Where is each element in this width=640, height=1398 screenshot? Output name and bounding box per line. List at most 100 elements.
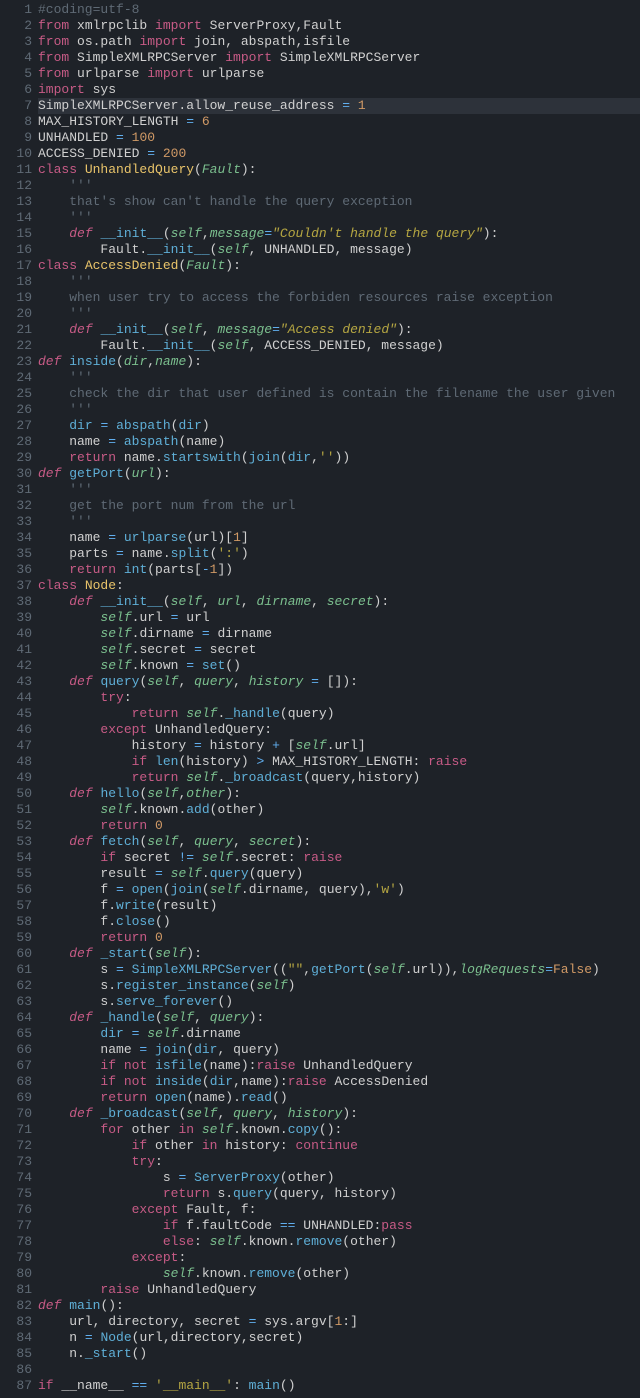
line-number: 1	[0, 2, 32, 18]
code-line: if len(history) > MAX_HISTORY_LENGTH: ra…	[38, 754, 640, 770]
line-number: 4	[0, 50, 32, 66]
line-number: 41	[0, 642, 32, 658]
code-line: def main():	[38, 1298, 640, 1314]
code-line: '''	[38, 514, 640, 530]
code-line: s = SimpleXMLRPCServer(("",getPort(self.…	[38, 962, 640, 978]
line-number: 85	[0, 1346, 32, 1362]
line-number: 69	[0, 1090, 32, 1106]
line-number: 71	[0, 1122, 32, 1138]
code-line: check the dir that user defined is conta…	[38, 386, 640, 402]
code-line: s.register_instance(self)	[38, 978, 640, 994]
line-number: 12	[0, 178, 32, 194]
code-line: history = history + [self.url]	[38, 738, 640, 754]
line-number: 53	[0, 834, 32, 850]
line-number: 18	[0, 274, 32, 290]
line-number: 58	[0, 914, 32, 930]
code-line: self.secret = secret	[38, 642, 640, 658]
code-line: return open(name).read()	[38, 1090, 640, 1106]
code-line: raise UnhandledQuery	[38, 1282, 640, 1298]
line-number: 42	[0, 658, 32, 674]
line-number: 54	[0, 850, 32, 866]
code-line: parts = name.split(':')	[38, 546, 640, 562]
line-number: 29	[0, 450, 32, 466]
code-line: return name.startswith(join(dir,''))	[38, 450, 640, 466]
line-number: 77	[0, 1218, 32, 1234]
code-line: result = self.query(query)	[38, 866, 640, 882]
code-line: dir = self.dirname	[38, 1026, 640, 1042]
code-line: def fetch(self, query, secret):	[38, 834, 640, 850]
line-number: 76	[0, 1202, 32, 1218]
code-line: self.url = url	[38, 610, 640, 626]
line-number: 36	[0, 562, 32, 578]
code-line: n._start()	[38, 1346, 640, 1362]
code-line: ACCESS_DENIED = 200	[38, 146, 640, 162]
code-line: that's show can't handle the query excep…	[38, 194, 640, 210]
code-line: s = ServerProxy(other)	[38, 1170, 640, 1186]
line-number: 66	[0, 1042, 32, 1058]
line-number: 3	[0, 34, 32, 50]
code-line: try:	[38, 1154, 640, 1170]
code-line: def _start(self):	[38, 946, 640, 962]
line-number: 15	[0, 226, 32, 242]
line-number: 13	[0, 194, 32, 210]
code-line: from os.path import join, abspath,isfile	[38, 34, 640, 50]
line-number: 22	[0, 338, 32, 354]
code-line: return self._broadcast(query,history)	[38, 770, 640, 786]
code-line: if f.faultCode == UNHANDLED:pass	[38, 1218, 640, 1234]
code-line: f.write(result)	[38, 898, 640, 914]
code-line: def __init__(self, message="Access denie…	[38, 322, 640, 338]
code-line: def query(self, query, history = []):	[38, 674, 640, 690]
line-number: 62	[0, 978, 32, 994]
line-number: 23	[0, 354, 32, 370]
code-line: from xmlrpclib import ServerProxy,Fault	[38, 18, 640, 34]
line-number: 26	[0, 402, 32, 418]
line-number: 31	[0, 482, 32, 498]
code-line: '''	[38, 370, 640, 386]
code-line: except UnhandledQuery:	[38, 722, 640, 738]
line-number: 82	[0, 1298, 32, 1314]
line-number: 67	[0, 1058, 32, 1074]
line-number: 17	[0, 258, 32, 274]
code-line: from urlparse import urlparse	[38, 66, 640, 82]
code-line: get the port num from the url	[38, 498, 640, 514]
code-line: def _handle(self, query):	[38, 1010, 640, 1026]
code-line: if not isfile(name):raise UnhandledQuery	[38, 1058, 640, 1074]
code-line: try:	[38, 690, 640, 706]
code-line: MAX_HISTORY_LENGTH = 6	[38, 114, 640, 130]
code-line: SimpleXMLRPCServer.allow_reuse_address =…	[38, 98, 640, 114]
line-number: 83	[0, 1314, 32, 1330]
line-number: 63	[0, 994, 32, 1010]
code-line: def __init__(self,message="Couldn't hand…	[38, 226, 640, 242]
line-number: 75	[0, 1186, 32, 1202]
line-number: 16	[0, 242, 32, 258]
line-number: 68	[0, 1074, 32, 1090]
code-line: dir = abspath(dir)	[38, 418, 640, 434]
code-line: self.known.remove(other)	[38, 1266, 640, 1282]
code-line: '''	[38, 274, 640, 290]
line-number: 7	[0, 98, 32, 114]
line-number: 60	[0, 946, 32, 962]
line-number: 43	[0, 674, 32, 690]
code-line: def hello(self,other):	[38, 786, 640, 802]
line-number: 19	[0, 290, 32, 306]
line-number: 78	[0, 1234, 32, 1250]
code-line: import sys	[38, 82, 640, 98]
code-line: if secret != self.secret: raise	[38, 850, 640, 866]
code-line: when user try to access the forbiden res…	[38, 290, 640, 306]
code-line: class UnhandledQuery(Fault):	[38, 162, 640, 178]
code-line: return 0	[38, 818, 640, 834]
code-line: '''	[38, 210, 640, 226]
code-line: def __init__(self, url, dirname, secret)…	[38, 594, 640, 610]
line-number: 28	[0, 434, 32, 450]
line-number: 20	[0, 306, 32, 322]
code-line: '''	[38, 306, 640, 322]
line-number: 47	[0, 738, 32, 754]
code-line: self.known.add(other)	[38, 802, 640, 818]
line-number: 72	[0, 1138, 32, 1154]
code-line: return int(parts[-1])	[38, 562, 640, 578]
code-line: if __name__ == '__main__': main()	[38, 1378, 640, 1394]
line-number: 61	[0, 962, 32, 978]
code-line: #coding=utf-8	[38, 2, 640, 18]
line-gutter: 1234567891011121314151617181920212223242…	[0, 2, 38, 1394]
code-line: self.dirname = dirname	[38, 626, 640, 642]
